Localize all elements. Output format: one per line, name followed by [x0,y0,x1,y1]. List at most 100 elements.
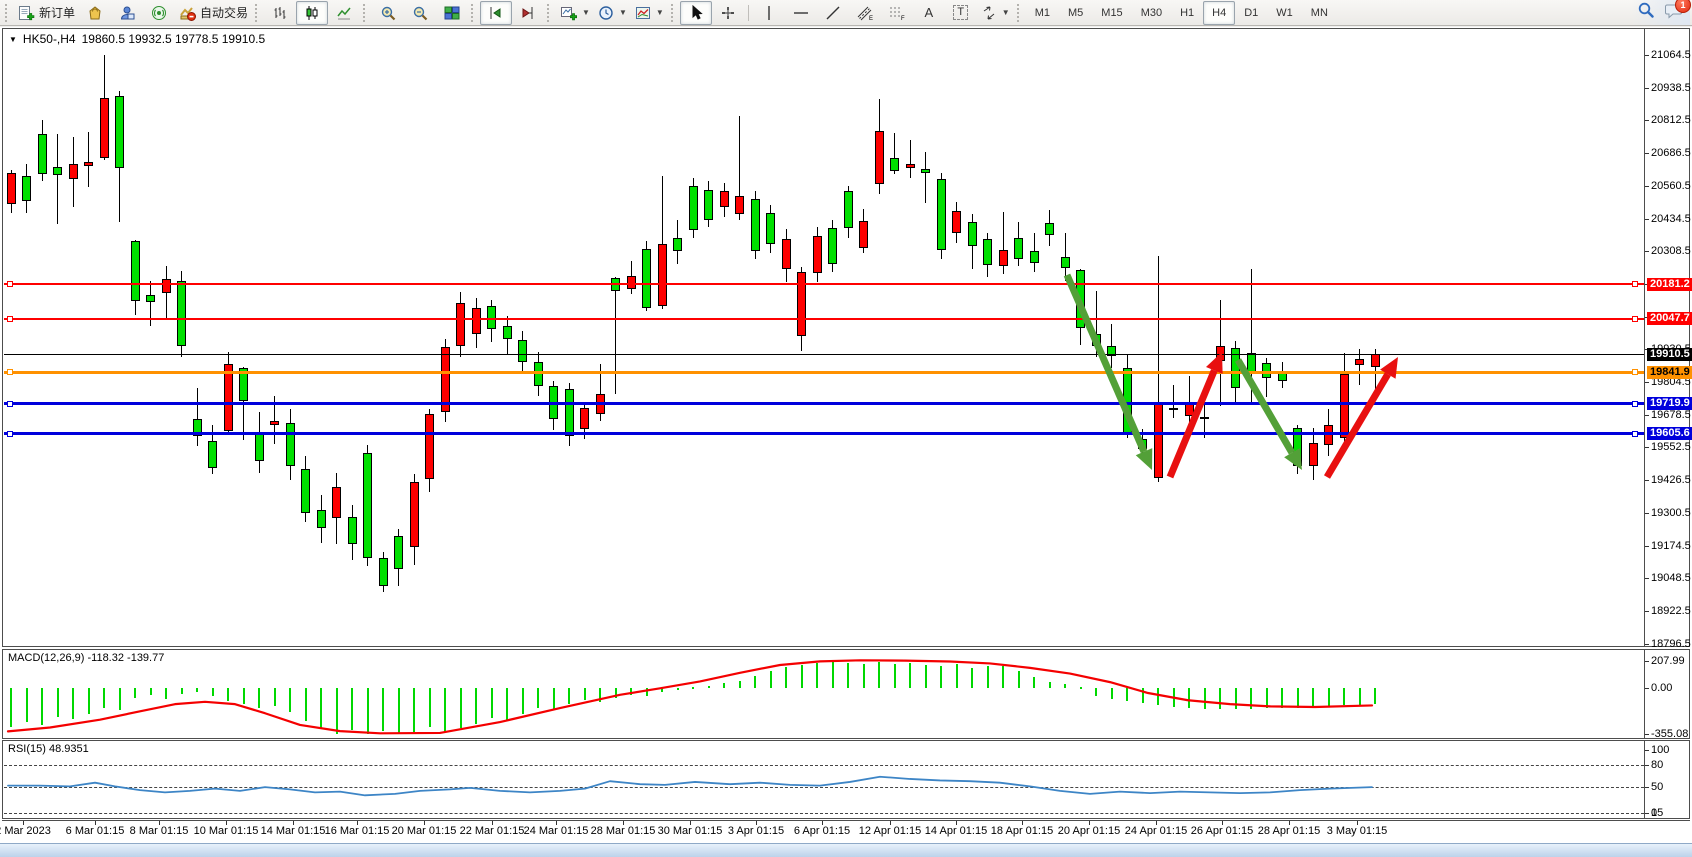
timeframe-button-w1[interactable]: W1 [1267,1,1302,25]
new-order-button[interactable]: 新订单 [14,1,79,25]
toolbar-grip[interactable] [5,4,11,22]
line-handle[interactable] [7,369,13,375]
line-handle[interactable] [1632,401,1638,407]
candle-body[interactable] [782,239,791,269]
chart-shift-button[interactable] [480,1,512,25]
candle-body[interactable] [875,131,884,184]
auto-scroll-button[interactable] [512,1,544,25]
candle-body[interactable] [53,167,62,175]
candle-body[interactable] [332,487,341,518]
main-chart-panel[interactable]: ▼ HK50-,H4 19860.5 19932.5 19778.5 19910… [2,28,1690,647]
templates-button[interactable]: ▼ [631,1,668,25]
candle-body[interactable] [1169,408,1178,410]
candle-body[interactable] [859,221,868,248]
candle-body[interactable] [255,433,264,461]
chat-button[interactable]: 1 [1665,2,1684,24]
horizontal-line-object[interactable] [4,283,1644,285]
rsi-panel[interactable]: RSI(15) 48.9351 1008050150 [2,740,1690,819]
zoom-in-button[interactable] [372,1,404,25]
candle-body[interactable] [952,211,961,232]
candle-body[interactable] [394,536,403,568]
channel-tool-button[interactable]: E [849,1,881,25]
crosshair-tool-button[interactable] [712,1,744,25]
candle-body[interactable] [751,199,760,251]
line-handle[interactable] [7,431,13,437]
candle-body[interactable] [1061,257,1070,268]
candle-body[interactable] [906,164,915,168]
timeframe-button-m5[interactable]: M5 [1059,1,1092,25]
timeframe-button-mn[interactable]: MN [1302,1,1337,25]
metaeditor-button[interactable] [111,1,143,25]
news-radio-button[interactable] [143,1,175,25]
candle-body[interactable] [1355,359,1364,365]
candle-body[interactable] [208,441,217,468]
candle-body[interactable] [22,176,31,202]
candle-body[interactable] [7,173,16,204]
arrows-tool-button[interactable]: ▼ [977,1,1014,25]
candle-body[interactable] [580,408,589,429]
candle-body[interactable] [673,238,682,251]
timeframe-button-h1[interactable]: H1 [1171,1,1203,25]
candle-body[interactable] [999,250,1008,266]
candle-body[interactable] [425,414,434,479]
candle-body[interactable] [503,326,512,339]
macd-panel[interactable]: MACD(12,26,9) -118.32 -139.77 207.990.00… [2,649,1690,739]
timeframe-button-h4[interactable]: H4 [1203,1,1235,25]
candle-body[interactable] [534,362,543,385]
candle-body[interactable] [921,169,930,173]
candle-body[interactable] [797,272,806,336]
line-handle[interactable] [7,401,13,407]
new-chart-button[interactable]: ▼ [556,1,594,25]
toolbar-grip[interactable] [671,4,677,22]
candle-body[interactable] [828,228,837,264]
candle-body[interactable] [1309,443,1318,466]
line-handle[interactable] [1632,431,1638,437]
candle-body[interactable] [1154,403,1163,478]
line-chart-button[interactable] [328,1,360,25]
candle-body[interactable] [472,308,481,334]
line-handle[interactable] [1632,316,1638,322]
search-icon[interactable] [1637,1,1655,24]
candle-body[interactable] [890,158,899,171]
candle-body[interactable] [642,249,651,307]
toolbar-grip[interactable] [1017,4,1023,22]
candle-body[interactable] [84,162,93,166]
horizontal-line-object[interactable] [4,354,1644,355]
timeframe-button-m30[interactable]: M30 [1132,1,1171,25]
candle-body[interactable] [177,281,186,346]
toolbar-grip[interactable] [471,4,477,22]
candle-body[interactable] [844,191,853,228]
candle-body[interactable] [766,213,775,244]
candle-body[interactable] [1030,251,1039,263]
candle-body[interactable] [720,191,729,207]
vertical-line-tool-button[interactable] [753,1,785,25]
toolbar-grip[interactable] [547,4,553,22]
toolbar-grip[interactable] [363,4,369,22]
candle-body[interactable] [937,179,946,251]
toolbar-grip[interactable] [255,4,261,22]
candle-body[interactable] [100,98,109,158]
candle-body[interactable] [968,222,977,245]
candle-body[interactable] [704,190,713,220]
text-tool-button[interactable]: A [913,1,945,25]
candle-body[interactable] [162,279,171,293]
candle-body[interactable] [1371,354,1380,367]
candle-body[interactable] [224,364,233,431]
fibonacci-tool-button[interactable]: F [881,1,913,25]
timeframe-button-m15[interactable]: M15 [1092,1,1131,25]
candle-body[interactable] [270,421,279,425]
timeframe-button-m1[interactable]: M1 [1026,1,1059,25]
candle-body[interactable] [658,244,667,306]
candle-body[interactable] [379,558,388,586]
candlestick-chart-button[interactable] [296,1,328,25]
horizontal-line-object[interactable] [4,318,1644,320]
horizontal-line-object[interactable] [4,402,1644,405]
candle-body[interactable] [301,469,310,513]
candle-body[interactable] [518,340,527,363]
candle-body[interactable] [69,164,78,180]
time-axis[interactable]: 2 Mar 20236 Mar 01:158 Mar 01:1510 Mar 0… [2,820,1690,843]
candle-body[interactable] [735,196,744,214]
text-label-tool-button[interactable]: T [945,1,977,25]
candle-body[interactable] [410,482,419,547]
candle-body[interactable] [813,236,822,273]
